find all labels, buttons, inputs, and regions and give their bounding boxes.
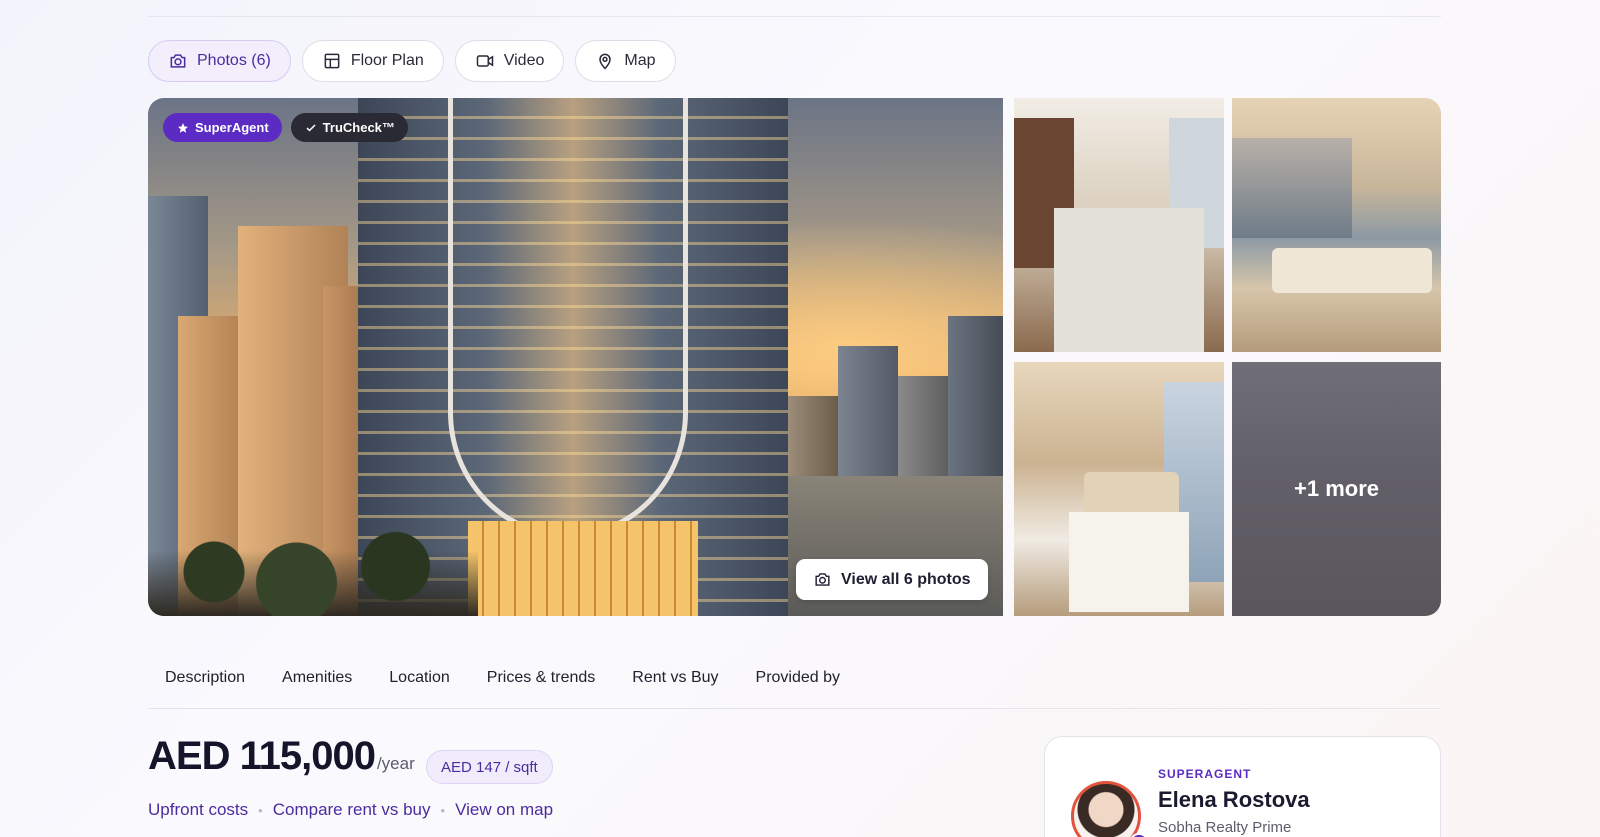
tab-description[interactable]: Description bbox=[148, 654, 265, 708]
view-all-photos-label: View all 6 photos bbox=[841, 570, 971, 588]
agent-name: Elena Rostova bbox=[1158, 787, 1310, 812]
star-icon bbox=[177, 122, 189, 134]
view-all-photos-button[interactable]: View all 6 photos bbox=[796, 559, 988, 600]
price-block: AED 115,000 /year bbox=[148, 734, 415, 779]
separator-dot: • bbox=[258, 802, 263, 818]
more-photos-label: +1 more bbox=[1232, 362, 1441, 616]
trucheck-badge: TruCheck™ bbox=[290, 113, 408, 142]
photo-gallery: SuperAgent TruCheck™ View all 6 photos +… bbox=[148, 98, 1441, 616]
trucheck-badge-label: TruCheck™ bbox=[322, 120, 395, 135]
view-on-map-link[interactable]: View on map bbox=[455, 800, 553, 820]
camera-icon bbox=[813, 570, 832, 589]
bed-headboard bbox=[1084, 472, 1179, 517]
thumbnail-kitchen[interactable] bbox=[1014, 98, 1224, 352]
tab-video[interactable]: Video bbox=[454, 40, 565, 82]
superagent-badge-label: SuperAgent bbox=[195, 120, 269, 135]
tab-amenities[interactable]: Amenities bbox=[265, 654, 372, 708]
thumbnail-more-photos[interactable]: +1 more bbox=[1232, 362, 1441, 616]
price-period: /year bbox=[376, 754, 415, 773]
tab-photos-label: Photos (6) bbox=[197, 52, 271, 69]
tower-arch-right bbox=[568, 98, 688, 538]
check-icon bbox=[305, 122, 317, 134]
main-photo[interactable]: SuperAgent TruCheck™ View all 6 photos bbox=[148, 98, 1003, 616]
floor-plan-icon bbox=[322, 51, 342, 71]
palm-trees bbox=[148, 506, 478, 616]
tab-rent-vs-buy[interactable]: Rent vs Buy bbox=[615, 654, 738, 708]
thumbnail-living-room[interactable] bbox=[1232, 98, 1441, 352]
tab-photos[interactable]: Photos (6) bbox=[148, 40, 291, 82]
tab-map-label: Map bbox=[624, 52, 656, 69]
agent-card[interactable]: SUPERAGENT Elena Rostova Sobha Realty Pr… bbox=[1044, 736, 1441, 837]
section-nav: Description Amenities Location Prices & … bbox=[148, 654, 1441, 709]
camera-icon bbox=[168, 51, 188, 71]
kitchen-island bbox=[1054, 208, 1204, 352]
price-amount: AED 115,000 bbox=[148, 734, 376, 778]
thumbnail-bedroom[interactable] bbox=[1014, 362, 1224, 616]
map-pin-icon bbox=[595, 51, 615, 71]
upfront-costs-link[interactable]: Upfront costs bbox=[148, 800, 248, 820]
media-tabs: Photos (6) Floor Plan Video Map bbox=[148, 40, 676, 82]
living-room-window bbox=[1232, 138, 1352, 238]
price-per-sqft-badge: AED 147 / sqft bbox=[426, 750, 553, 784]
tab-prices-trends[interactable]: Prices & trends bbox=[470, 654, 615, 708]
agent-tier-label: SUPERAGENT bbox=[1158, 767, 1252, 781]
tab-video-label: Video bbox=[503, 52, 545, 69]
living-room-sofa bbox=[1272, 248, 1432, 293]
avatar bbox=[1071, 781, 1141, 837]
separator-dot: • bbox=[440, 802, 446, 818]
video-icon bbox=[475, 51, 495, 71]
agent-company: Sobha Realty Prime bbox=[1158, 819, 1292, 836]
bed bbox=[1069, 512, 1189, 612]
tower-arch-left bbox=[448, 98, 568, 538]
compare-rent-vs-buy-link[interactable]: Compare rent vs buy bbox=[273, 800, 431, 820]
tab-floor-plan-label: Floor Plan bbox=[350, 52, 424, 69]
tab-provided-by[interactable]: Provided by bbox=[739, 654, 861, 708]
superagent-badge: SuperAgent bbox=[163, 113, 282, 142]
tab-floor-plan[interactable]: Floor Plan bbox=[301, 40, 444, 82]
tab-map[interactable]: Map bbox=[575, 40, 676, 82]
tower-lobby bbox=[468, 521, 698, 616]
listing-badges: SuperAgent TruCheck™ bbox=[163, 113, 408, 142]
top-divider bbox=[148, 16, 1441, 17]
price-links: Upfront costs • Compare rent vs buy • Vi… bbox=[148, 800, 553, 820]
tab-location[interactable]: Location bbox=[372, 654, 470, 708]
